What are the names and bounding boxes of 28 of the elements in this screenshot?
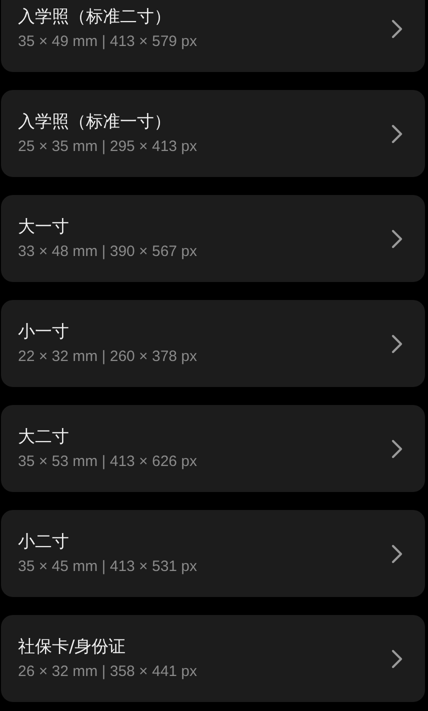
photo-size-item[interactable]: 入学照（标准一寸） 25 × 35 mm | 295 × 413 px [1,90,425,177]
size-title: 小二寸 [18,530,70,552]
size-dimensions: 35 × 53 mm | 413 × 626 px [18,452,198,472]
chevron-right-icon [391,544,403,564]
chevron-right-icon [391,438,403,458]
size-dimensions: 33 × 48 mm | 390 × 567 px [18,242,198,262]
chevron-right-icon [391,648,403,668]
size-title: 入学照（标准一寸） [18,110,172,132]
size-dimensions: 25 × 35 mm | 295 × 413 px [18,136,198,156]
photo-size-item[interactable]: 大二寸 35 × 53 mm | 413 × 626 px [1,405,425,492]
chevron-right-icon [391,18,403,38]
size-dimensions: 22 × 32 mm | 260 × 378 px [18,346,198,366]
size-title: 入学照（标准二寸） [18,6,172,28]
photo-size-item[interactable]: 入学照（标准二寸） 35 × 49 mm | 413 × 579 px [1,0,425,72]
photo-size-item[interactable]: 小二寸 35 × 45 mm | 413 × 531 px [1,510,425,597]
photo-size-item[interactable]: 小一寸 22 × 32 mm | 260 × 378 px [1,300,425,387]
size-title: 小一寸 [18,320,70,342]
photo-size-item[interactable]: 大一寸 33 × 48 mm | 390 × 567 px [1,195,425,282]
size-title: 社保卡/身份证 [18,636,127,658]
chevron-right-icon [391,228,403,248]
size-dimensions: 35 × 45 mm | 413 × 531 px [18,556,198,576]
size-title: 大二寸 [18,426,70,448]
photo-size-item[interactable]: 社保卡/身份证 26 × 32 mm | 358 × 441 px [1,615,425,702]
size-title: 大一寸 [18,216,70,238]
size-dimensions: 26 × 32 mm | 358 × 441 px [18,662,198,682]
size-dimensions: 35 × 49 mm | 413 × 579 px [18,32,198,52]
chevron-right-icon [391,334,403,354]
chevron-right-icon [391,124,403,144]
